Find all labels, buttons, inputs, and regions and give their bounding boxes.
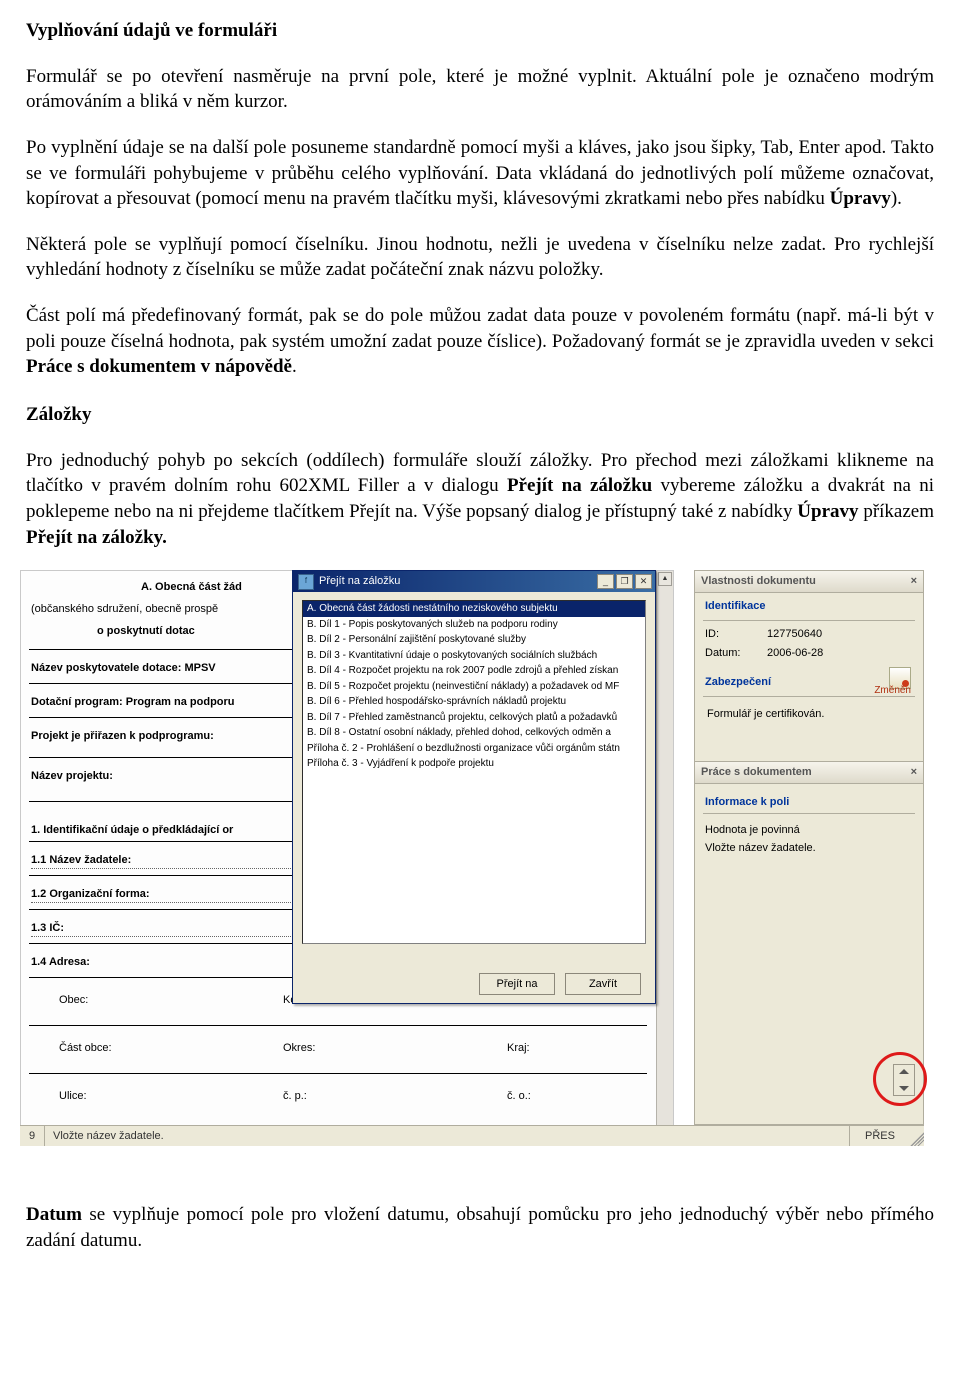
label-municipality-part: Část obce: <box>59 1041 112 1056</box>
list-item[interactable]: B. Díl 2 - Personální zajištění poskytov… <box>303 632 645 648</box>
list-item[interactable]: B. Díl 8 - Ostatní osobní náklady, přehl… <box>303 725 645 741</box>
para-2c: ). <box>891 188 902 209</box>
kv-id: ID: 127750640 <box>695 625 923 644</box>
minimize-button[interactable]: _ <box>597 574 614 589</box>
label-district: Okres: <box>283 1041 315 1056</box>
dialog-titlebar[interactable]: f Přejít na záložku _ ❐ ✕ <box>293 571 655 592</box>
label-subprogram: Projekt je přiřazen k podprogramu: <box>31 729 214 744</box>
resize-grip-icon[interactable] <box>910 1126 924 1146</box>
bookmark-listbox[interactable]: A. Obecná část žádosti nestátního nezisk… <box>302 600 646 944</box>
form-subtitle-2: o poskytnutí dotac <box>97 624 195 639</box>
close-dialog-button[interactable]: Zavřít <box>565 973 641 995</box>
list-item[interactable]: A. Obecná část žádosti nestátního nezisk… <box>303 601 645 617</box>
para-datum-text: se vyplňuje pomocí pole pro vložení datu… <box>26 1204 934 1251</box>
label-ic: 1.3 IČ: <box>31 922 70 934</box>
label-org-form: 1.2 Organizační forma: <box>31 888 156 900</box>
para-2-bold: Úpravy <box>830 188 891 209</box>
para-datum: Datum se vyplňuje pomocí pole pro vložen… <box>26 1202 934 1253</box>
date-key: Datum: <box>705 646 759 661</box>
certificate-text: Formulář je certifikován. <box>707 707 824 722</box>
para-4: Část polí má předefinovaný formát, pak s… <box>26 303 934 380</box>
label-street: Ulice: <box>59 1089 87 1104</box>
label-applicant-name: 1.1 Název žadatele: <box>31 854 137 866</box>
form-title: A. Obecná část žád <box>141 580 242 595</box>
list-item[interactable]: B. Díl 6 - Přehled hospodářsko-správních… <box>303 694 645 710</box>
app-screenshot: ▲ A. Obecná část žád (občanského sdružen… <box>20 570 924 1146</box>
list-item[interactable]: B. Díl 1 - Popis poskytovaných služeb na… <box>303 617 645 633</box>
divider <box>29 1025 647 1026</box>
id-value: 127750640 <box>767 627 822 642</box>
bookmark-navigate-button[interactable] <box>893 1064 915 1096</box>
id-key: ID: <box>705 627 759 642</box>
para-2a: Po vyplnění údaje se na další pole posun… <box>26 137 934 209</box>
statusbar-hint: Vložte název žadatele. <box>45 1126 850 1146</box>
right-panel: Vlastnosti dokumentu × Identifikace ID: … <box>694 570 924 1125</box>
section-field-info: Informace k poli <box>705 795 789 810</box>
para-datum-bold: Datum <box>26 1204 82 1225</box>
para-3: Některá pole se vyplňují pomocí číselník… <box>26 232 934 283</box>
divider <box>703 620 915 621</box>
label-address: 1.4 Adresa: <box>31 955 90 970</box>
dialog-app-icon: f <box>298 574 314 590</box>
label-grant-program: Dotační program: Program na podporu <box>31 695 235 710</box>
goto-bookmark-dialog: f Přejít na záložku _ ❐ ✕ A. Obecná část… <box>292 570 656 1004</box>
kv-date: Datum: 2006-06-28 <box>695 644 923 663</box>
scroll-up-icon[interactable]: ▲ <box>658 572 672 586</box>
label-region: Kraj: <box>507 1041 530 1056</box>
para-2: Po vyplnění údaje se na další pole posun… <box>26 135 934 212</box>
dialog-title: Přejít na záložku <box>319 574 595 589</box>
para-4c: . <box>292 356 297 377</box>
divider <box>29 1073 647 1074</box>
statusbar-mode: PŘES <box>850 1126 910 1146</box>
section-1-heading: 1. Identifikační údaje o předkládající o… <box>31 823 233 838</box>
label-municipality: Obec: <box>59 993 88 1008</box>
goto-button[interactable]: Přejít na <box>479 973 555 995</box>
para-5f: Přejít na záložky. <box>26 527 167 548</box>
para-1-text: Formulář se po otevření nasměruje na prv… <box>26 66 934 113</box>
divider <box>703 813 915 814</box>
list-item[interactable]: Příloha č. 2 - Prohlášení o bezdlužnosti… <box>303 741 645 757</box>
status-bar: 9 Vložte název žadatele. PŘES <box>20 1125 924 1146</box>
panel-header-properties: Vlastnosti dokumentu × <box>695 571 923 593</box>
heading-bookmarks: Záložky <box>26 402 934 428</box>
panel-header-workdoc: Práce s dokumentem × <box>695 761 923 784</box>
list-item[interactable]: B. Díl 3 - Kvantitativní údaje o poskyto… <box>303 648 645 664</box>
field-info-hint: Vložte název žadatele. <box>705 841 816 856</box>
dialog-button-row: Přejít na Zavřít <box>479 973 641 995</box>
panel-close-icon[interactable]: × <box>911 574 917 589</box>
section-identification: Identifikace <box>695 593 923 616</box>
panel-header-workdoc-label: Práce s dokumentem <box>701 765 812 780</box>
para-1: Formulář se po otevření nasměruje na prv… <box>26 64 934 115</box>
panel-close-icon[interactable]: × <box>911 765 917 780</box>
field-info-mandatory: Hodnota je povinná <box>705 823 800 838</box>
heading-fill-in: Vyplňování údajů ve formuláři <box>26 18 934 44</box>
label-project-name: Název projektu: <box>31 769 113 784</box>
para-5d: Úpravy <box>797 501 858 522</box>
list-item[interactable]: Příloha č. 3 - Vyjádření k podpoře proje… <box>303 756 645 772</box>
maximize-button[interactable]: ❐ <box>616 574 633 589</box>
para-5e: příkazem <box>859 501 934 522</box>
list-item[interactable]: B. Díl 5 - Rozpočet projektu (neinvestič… <box>303 679 645 695</box>
label-provider-name: Název poskytovatele dotace: MPSV <box>31 661 216 676</box>
form-subtitle-1: (občanského sdružení, obecně prospě <box>31 602 218 617</box>
close-button[interactable]: ✕ <box>635 574 652 589</box>
form-scrollbar[interactable]: ▲ <box>656 571 673 1126</box>
para-4a: Část polí má předefinovaný formát, pak s… <box>26 305 934 352</box>
label-orientation-number: č. o.: <box>507 1089 531 1104</box>
list-item[interactable]: B. Díl 4 - Rozpočet projektu na rok 2007… <box>303 663 645 679</box>
para-5b: Přejít na záložku <box>507 475 652 496</box>
list-item[interactable]: B. Díl 7 - Přehled zaměstnanců projektu,… <box>303 710 645 726</box>
date-value: 2006-06-28 <box>767 646 823 661</box>
panel-header-properties-label: Vlastnosti dokumentu <box>701 574 816 589</box>
changed-label: Změněn <box>874 684 911 698</box>
para-5: Pro jednoduchý pohyb po sekcích (oddílec… <box>26 448 934 551</box>
para-4-bold: Práce s dokumentem v nápovědě <box>26 356 292 377</box>
label-house-number: č. p.: <box>283 1089 307 1104</box>
statusbar-page: 9 <box>20 1126 45 1146</box>
